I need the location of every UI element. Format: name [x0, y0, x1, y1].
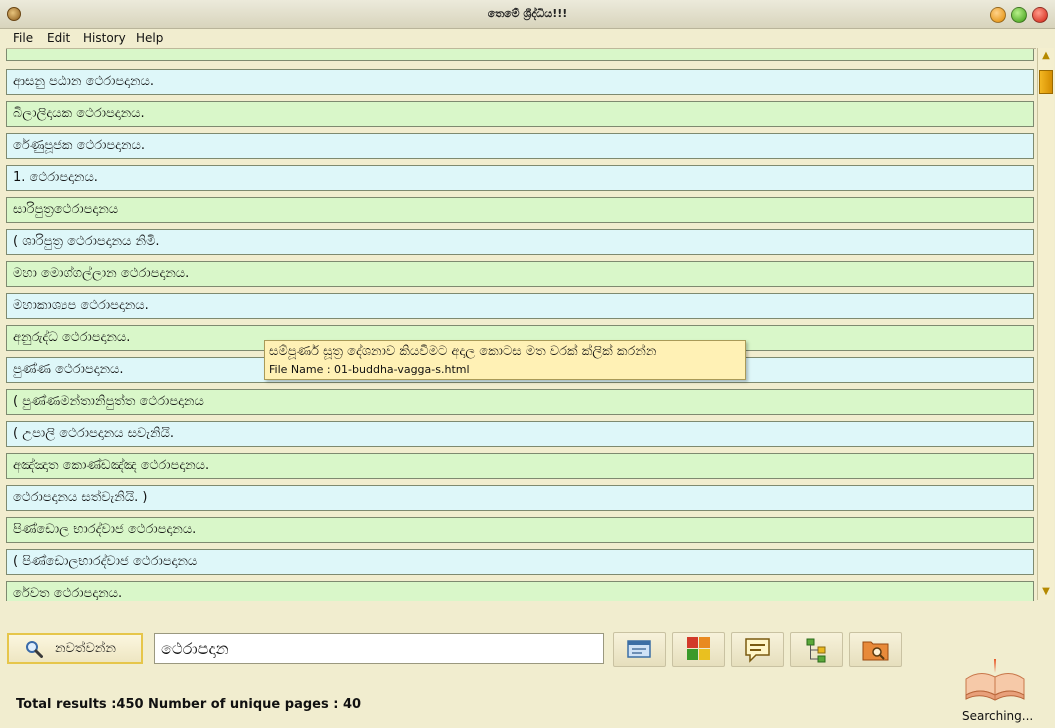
menu-bar: File Edit History Help [0, 28, 1055, 48]
file-tooltip: සම්පූර්ණ සූත්‍ර දේශනාව කියවීමට අදාල කොටස… [264, 340, 746, 380]
window-icon [627, 640, 651, 658]
result-row[interactable]: 1. ථෙරාපදානය. [6, 165, 1034, 191]
result-row[interactable]: ( පුණ්ණමන්තානිපුත්ත ථෙරාපදානය [6, 389, 1034, 415]
result-row[interactable]: පිණ්ඩොල භාරද්වාජ ථෙරාපදානය. [6, 517, 1034, 543]
result-row[interactable]: ආසනු පඨාන ථෙරාපදානය. [6, 69, 1034, 95]
menu-history[interactable]: History [83, 31, 126, 45]
maximize-button[interactable] [1011, 7, 1027, 23]
searching-status: Searching... [962, 709, 1034, 723]
result-row[interactable]: සාරිපුත්‍රථෙරාපදානය [6, 197, 1034, 223]
result-row[interactable]: ථෙරාපදානය සත්වැනියි. ) [6, 485, 1034, 511]
tooltip-filename: File Name : 01-buddha-vagga-s.html [269, 363, 470, 376]
minimize-button[interactable] [990, 7, 1006, 23]
speech-bubble-icon [745, 638, 770, 663]
result-row[interactable]: මහාකාශ්‍යප ථෙරාපදානය. [6, 293, 1034, 319]
window-title: තෙමේ ශ්‍රීද්ධිය!!! [487, 7, 568, 20]
font-tool-button[interactable] [672, 632, 725, 667]
tree-tool-button[interactable] [790, 632, 843, 667]
tree-icon [806, 638, 826, 663]
results-list[interactable]: ආසනු පඨාන ථෙරාපදානය. බිලාලිදායක ථෙරාපදාන… [6, 48, 1036, 601]
book-icon [965, 659, 1025, 701]
folder-search-icon [862, 641, 889, 661]
menu-edit[interactable]: Edit [47, 31, 70, 45]
results-scrollbar[interactable]: ▲ ▼ [1037, 48, 1054, 600]
result-row[interactable]: මහා මොග්ගල්ලාන ථෙරාපදානය. [6, 261, 1034, 287]
result-row[interactable]: බිලාලිදායක ථෙරාපදානය. [6, 101, 1034, 127]
result-row[interactable]: රේවත ථෙරාපදානය. [6, 581, 1034, 601]
menu-file[interactable]: File [13, 31, 33, 45]
window-tool-button[interactable] [613, 632, 666, 667]
scroll-up-icon[interactable]: ▲ [1040, 50, 1052, 62]
scroll-down-icon[interactable]: ▼ [1040, 586, 1052, 598]
search-icon [26, 641, 43, 658]
tooltip-instruction: සම්පූර්ණ සූත්‍ර දේශනාව කියවීමට අදාල කොටස… [269, 344, 657, 359]
stop-label: නවත්වන්න [55, 641, 116, 656]
stop-button[interactable]: නවත්වන්න [7, 633, 143, 664]
scroll-thumb[interactable] [1039, 70, 1053, 94]
result-row[interactable]: රේණුපූජක ථෙරාපදානය. [6, 133, 1034, 159]
results-summary: Total results :450 Number of unique page… [16, 697, 362, 712]
result-row[interactable]: ( උපාලි ථෙරාපදානය සවැනියි. [6, 421, 1034, 447]
notes-tool-button[interactable] [731, 632, 784, 667]
close-button[interactable] [1032, 7, 1048, 23]
menu-help[interactable]: Help [136, 31, 163, 45]
title-bar: තෙමේ ශ්‍රීද්ධිය!!! [0, 0, 1055, 29]
result-row[interactable]: ( පිණ්ඩොලභාරද්වාජ ථෙරාපදානය [6, 549, 1034, 575]
result-row-partial[interactable] [6, 49, 1034, 61]
folder-tool-button[interactable] [849, 632, 902, 667]
result-row[interactable]: ( ශාරිපුත්‍ර ථෙරාපදානය නිමි. [6, 229, 1034, 255]
search-input[interactable] [154, 633, 604, 664]
font-icon [687, 637, 710, 660]
result-row[interactable]: අඤ්ඤාත කොණ්ඩඤ්ඤ ථෙරාපදානය. [6, 453, 1034, 479]
